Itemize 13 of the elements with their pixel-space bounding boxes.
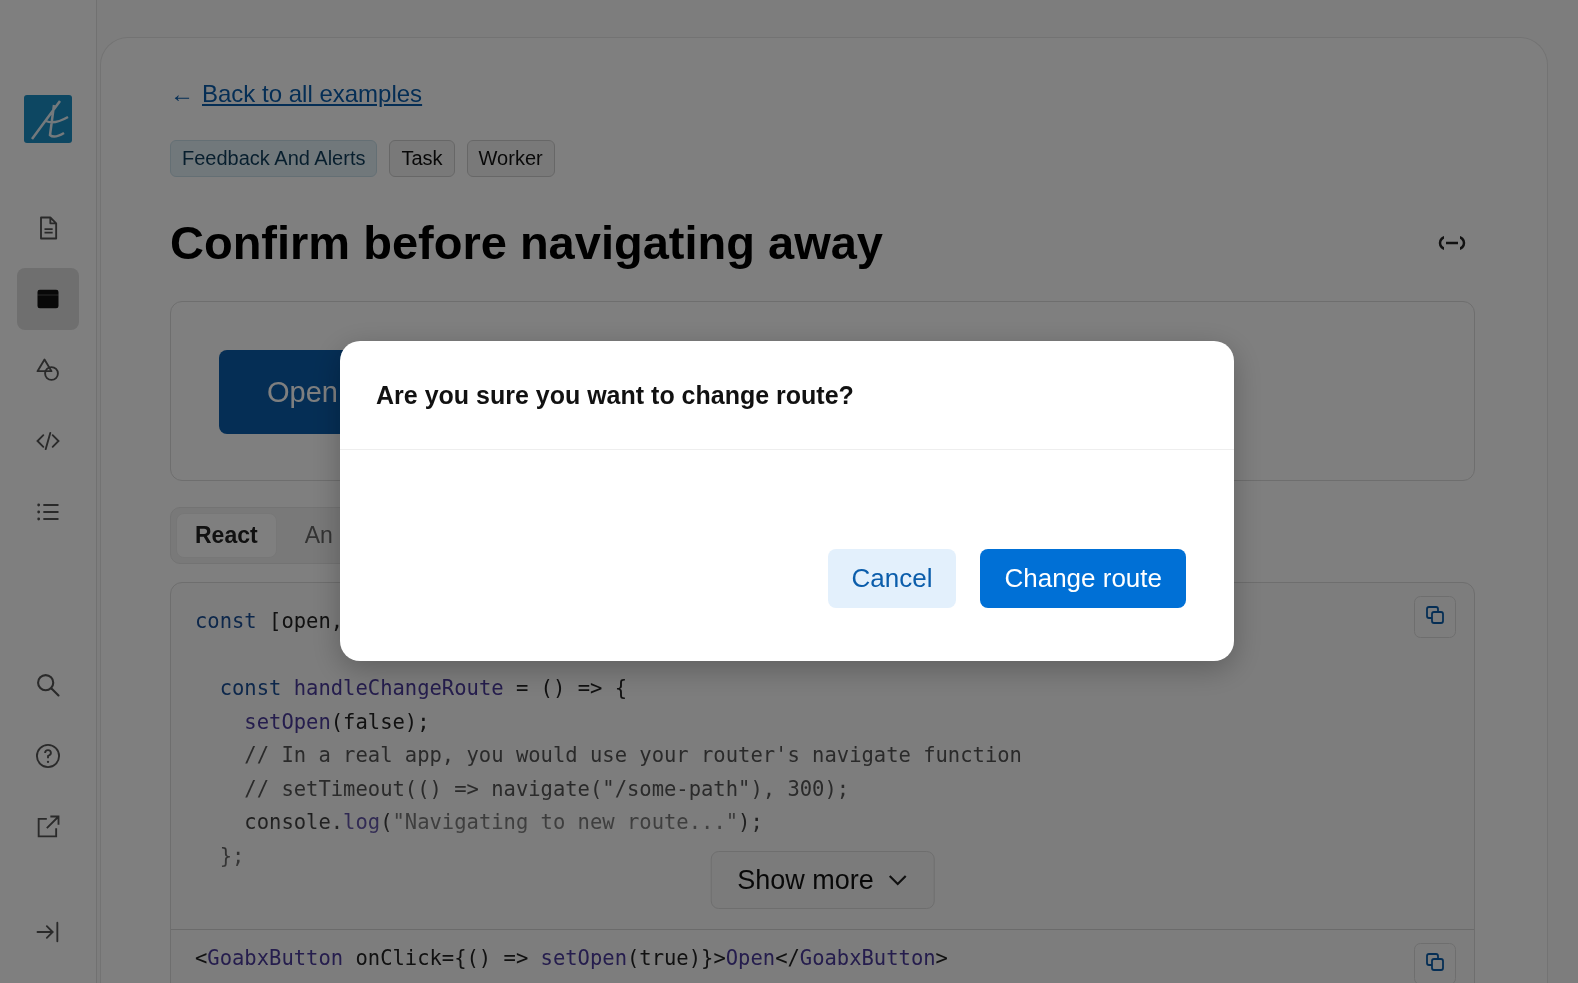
tag: Feedback And Alerts	[170, 140, 378, 177]
page-title: Confirm before navigating away	[170, 215, 883, 271]
code-line: <GoabxButton onClick={() => setOpen(true)}>Open</GoabxButton>	[195, 945, 948, 972]
code-line: setOpen(false);	[243, 708, 430, 736]
dialog-title: Are you sure you want to change route?	[376, 380, 854, 410]
code-line: // In a real app, you would use your router's navigate function	[243, 742, 1022, 769]
code-line: // setTimeout(() => navigate("/some-path"), 300);	[243, 775, 850, 803]
code-line: console.log("Navigating to new route...");	[243, 809, 763, 836]
code-line: const [open,	[195, 608, 344, 635]
tag: Task	[389, 140, 455, 177]
code-line: const handleChangeRoute = () => {	[218, 675, 627, 702]
code-line: };	[218, 842, 245, 870]
tag: Worker	[466, 140, 555, 177]
